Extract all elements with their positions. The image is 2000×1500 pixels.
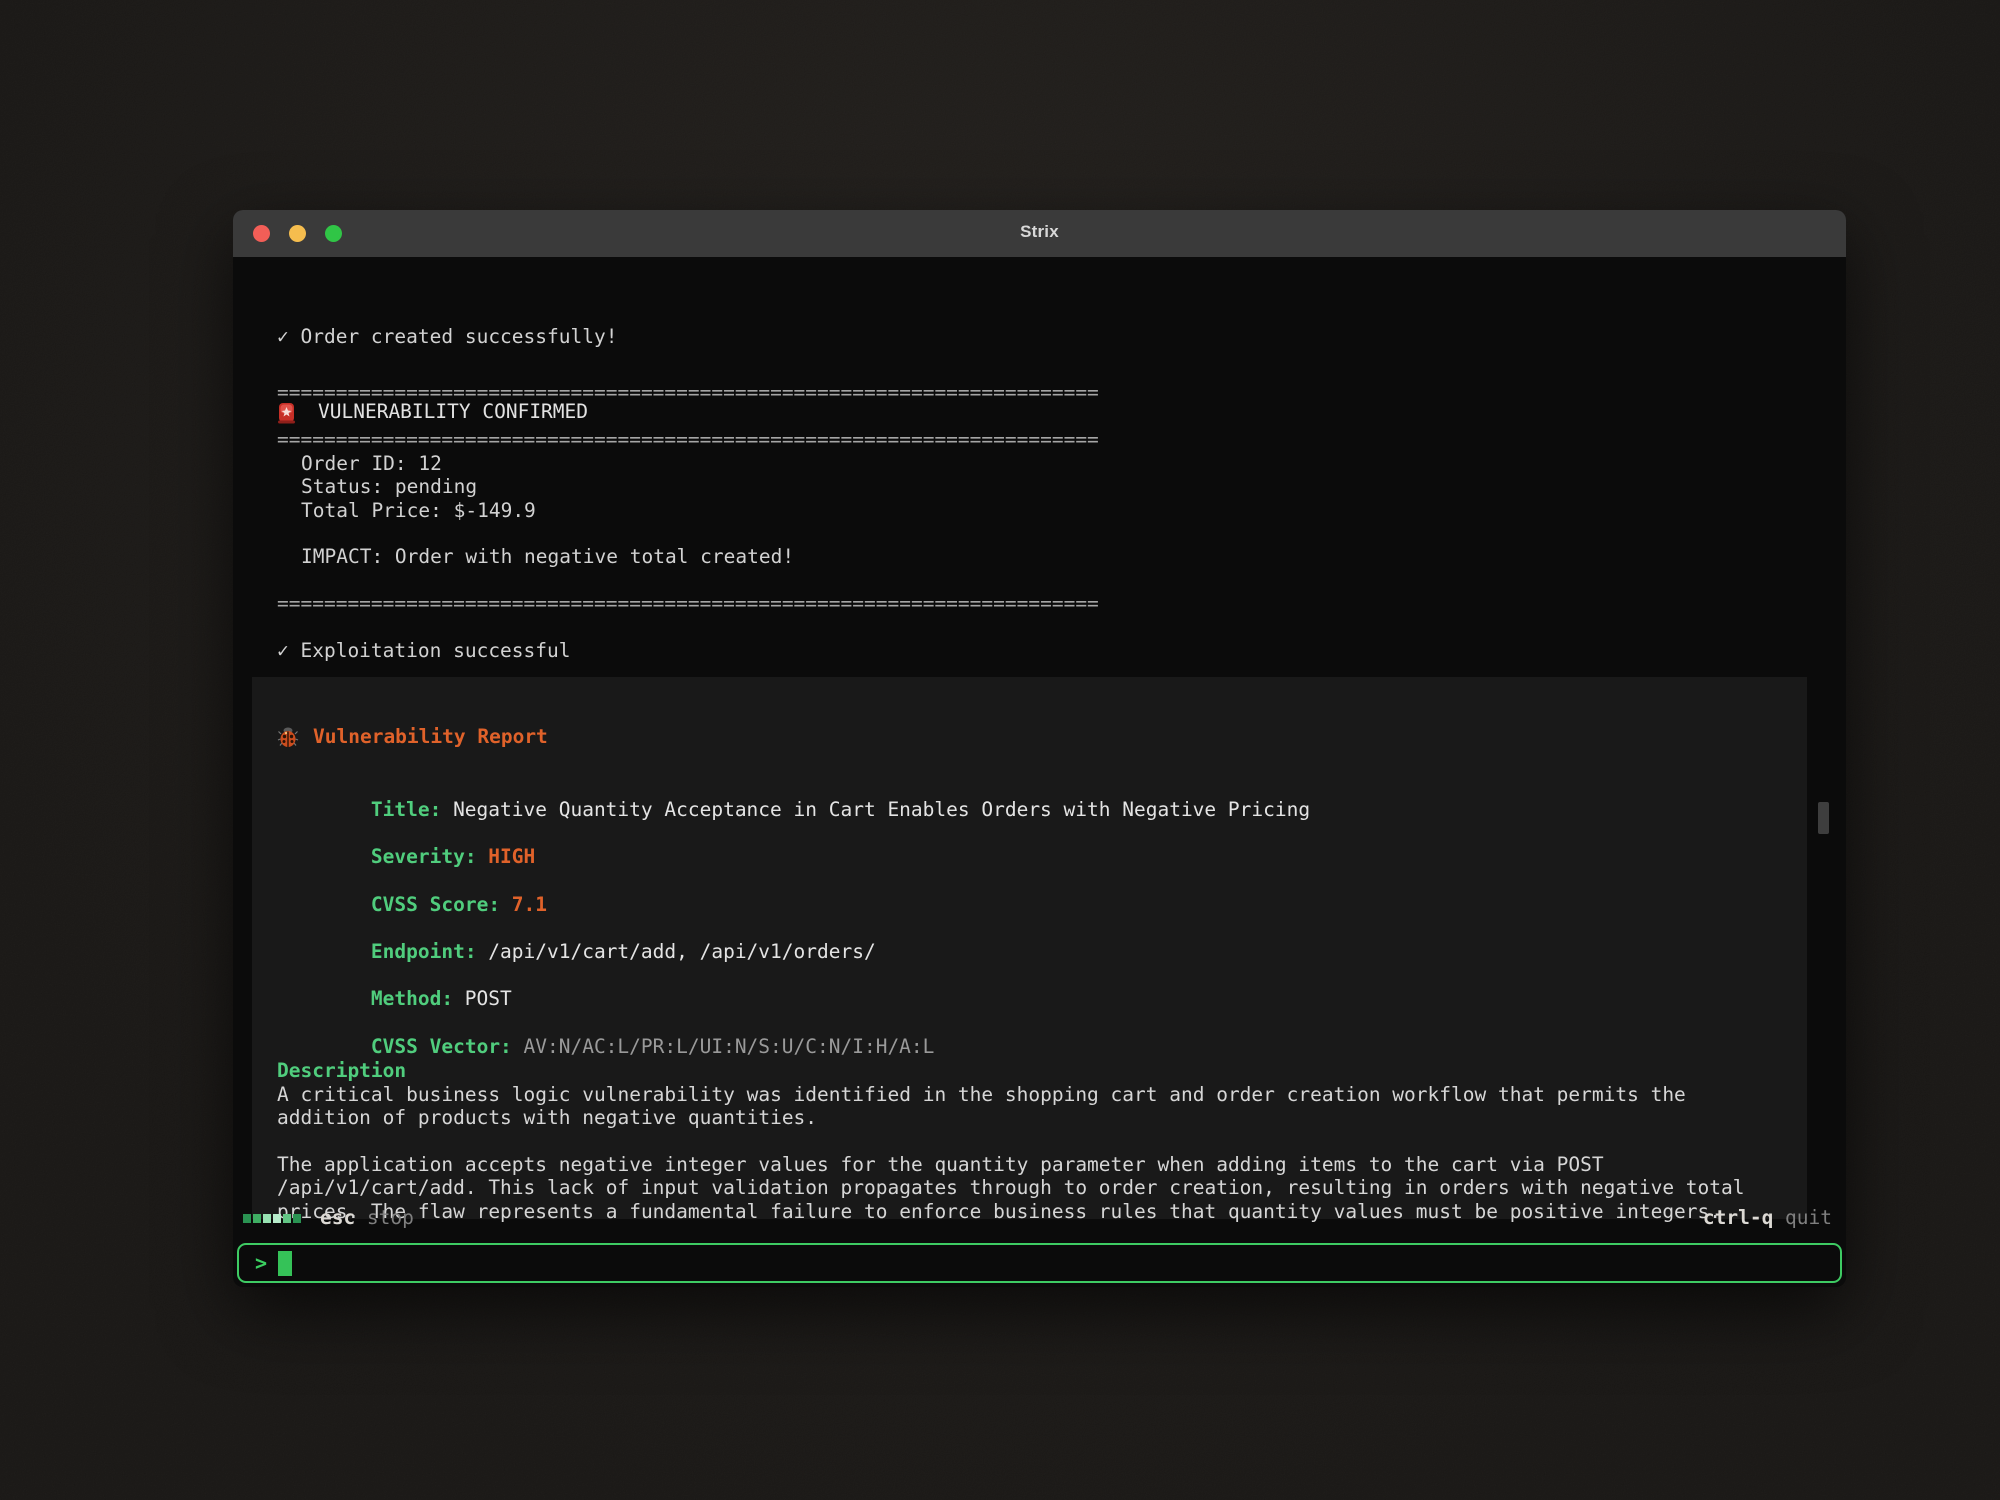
impact-line: IMPACT: Order with negative total create… <box>277 545 794 568</box>
window-title: Strix <box>233 222 1846 242</box>
separator-line: ========================================… <box>277 428 1099 451</box>
order-status-line: Status: pending <box>277 475 477 498</box>
vulnerability-report-panel: Vulnerability Report Title:Negative Quan… <box>252 677 1807 1219</box>
order-id-line: Order ID: 12 <box>277 452 442 475</box>
status-bar: escstop ctrl-q quit <box>233 1205 1846 1233</box>
ctrl-q-key-label: ctrl-q <box>1703 1206 1773 1229</box>
description-heading: Description <box>277 1059 406 1082</box>
severity-badge: HIGH <box>488 845 535 868</box>
activity-spinner <box>243 1214 301 1223</box>
window-titlebar[interactable]: Strix <box>233 210 1846 257</box>
separator-line: ========================================… <box>277 592 1099 615</box>
total-price-line: Total Price: $-149.9 <box>277 499 536 522</box>
stop-hint: escstop <box>320 1205 414 1231</box>
ladybug-icon <box>277 726 299 748</box>
siren-icon <box>277 400 296 424</box>
vulnerability-confirmed-banner: VULNERABILITY CONFIRMED <box>277 400 588 424</box>
command-input[interactable]: > <box>237 1243 1842 1283</box>
terminal-output: ✓ Order created successfully! ==========… <box>233 257 1846 1287</box>
report-header: Vulnerability Report <box>277 725 548 748</box>
esc-key-label: esc <box>320 1206 355 1229</box>
prompt-symbol: > <box>255 1251 267 1275</box>
scrollbar-thumb[interactable] <box>1818 802 1829 834</box>
vulnerability-confirmed-label: VULNERABILITY CONFIRMED <box>318 400 588 423</box>
text-cursor <box>278 1251 292 1276</box>
order-success-line: ✓ Order created successfully! <box>277 325 617 348</box>
description-paragraph-1: A critical business logic vulnerability … <box>277 1083 1787 1130</box>
exploitation-success-line: ✓ Exploitation successful <box>277 639 571 662</box>
report-header-title: Vulnerability Report <box>313 725 548 748</box>
quit-action-label: quit <box>1785 1206 1832 1229</box>
terminal-window: Strix ✓ Order created successfully! ====… <box>233 210 1846 1287</box>
stop-action-label: stop <box>367 1206 414 1229</box>
quit-hint: ctrl-q quit <box>1703 1205 1832 1231</box>
